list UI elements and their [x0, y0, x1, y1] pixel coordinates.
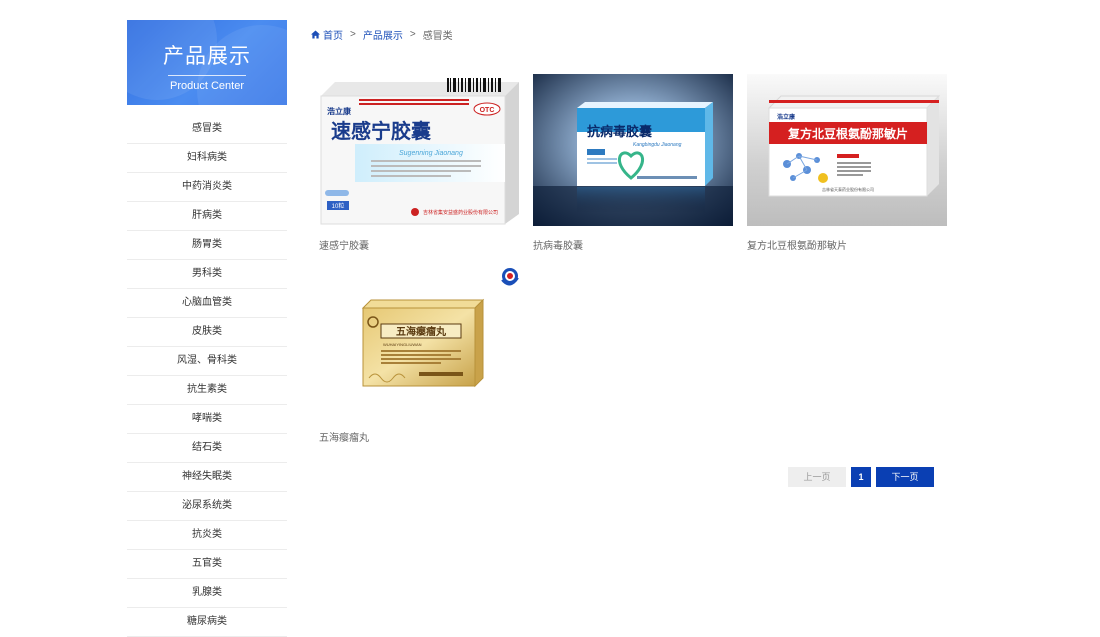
- breadcrumb-separator: >: [350, 29, 356, 40]
- category-item[interactable]: 糖尿病类: [127, 608, 287, 637]
- breadcrumb-home-link[interactable]: 首页: [323, 27, 343, 42]
- product-image[interactable]: 抗病毒胶囊 Kangbingdu Jiaonang: [533, 74, 733, 226]
- category-item[interactable]: 抗炎类: [127, 521, 287, 550]
- category-item[interactable]: 肝病类: [127, 202, 287, 231]
- page-number-button[interactable]: 1: [851, 467, 871, 487]
- category-item[interactable]: 泌尿系统类: [127, 492, 287, 521]
- category-item[interactable]: 肠胃类: [127, 231, 287, 260]
- next-page-button[interactable]: 下一页: [876, 467, 934, 487]
- otc-badge: OTC: [480, 107, 495, 114]
- product-name[interactable]: 五海瘿瘤丸: [319, 429, 519, 444]
- box-pinyin: WUHAIYINGLIUWAN: [383, 342, 422, 347]
- box-maker: 吉林省天泰药业股份有限公司: [822, 186, 874, 192]
- product-card[interactable]: 五海瘿瘤丸 WUHAIYINGLIUWAN 五海瘿瘤丸: [319, 266, 519, 444]
- category-item[interactable]: 结石类: [127, 434, 287, 463]
- breadcrumb: 首页 > 产品展示 > 感冒类: [311, 27, 453, 42]
- category-item[interactable]: 心脑血管类: [127, 289, 287, 318]
- box-title: 速感宁胶囊: [331, 119, 431, 143]
- category-item[interactable]: 男科类: [127, 260, 287, 289]
- product-name[interactable]: 速感宁胶囊: [319, 237, 519, 252]
- box-maker: 吉林省集安益盛药业股份有限公司: [423, 209, 498, 216]
- breadcrumb-section-link[interactable]: 产品展示: [363, 27, 403, 42]
- product-image[interactable]: 五海瘿瘤丸 WUHAIYINGLIUWAN: [319, 266, 519, 418]
- breadcrumb-separator: >: [409, 29, 416, 40]
- product-center-banner: 产品展示 Product Center: [127, 20, 287, 105]
- category-item[interactable]: 乳腺类: [127, 579, 287, 608]
- product-image[interactable]: 浩立康 OTC 速感宁胶囊 Sugenning Jiaonang 10粒 吉林省…: [319, 74, 519, 226]
- product-name[interactable]: 复方北豆根氨酚那敏片: [747, 237, 947, 252]
- category-item[interactable]: 五官类: [127, 550, 287, 579]
- category-item[interactable]: 神经失眠类: [127, 463, 287, 492]
- box-title: 抗病毒胶囊: [587, 124, 653, 139]
- prev-page-button[interactable]: 上一页: [788, 467, 846, 487]
- category-item[interactable]: 妇科病类: [127, 144, 287, 173]
- category-list: 感冒类 妇科病类 中药消炎类 肝病类 肠胃类 男科类 心脑血管类 皮肤类 风湿、…: [127, 115, 287, 637]
- banner-divider: [168, 75, 246, 76]
- product-card[interactable]: 抗病毒胶囊 Kangbingdu Jiaonang 抗病毒胶囊: [533, 74, 733, 252]
- banner-subtitle: Product Center: [170, 80, 244, 92]
- category-item[interactable]: 哮喘类: [127, 405, 287, 434]
- box-brand: 浩立康: [327, 106, 352, 116]
- category-item[interactable]: 抗生素类: [127, 376, 287, 405]
- sidebar: 产品展示 Product Center 感冒类 妇科病类 中药消炎类 肝病类 肠…: [127, 20, 287, 637]
- product-image[interactable]: 浩立康 复方北豆根氨酚那敏片 吉林省天泰药业股份有限公司: [747, 74, 947, 226]
- category-item[interactable]: 风湿、骨科类: [127, 347, 287, 376]
- home-icon: [311, 30, 320, 39]
- category-item[interactable]: 感冒类: [127, 115, 287, 144]
- banner-title: 产品展示: [163, 45, 251, 68]
- product-card[interactable]: 浩立康 复方北豆根氨酚那敏片 吉林省天泰药业股份有限公司 复方北豆根氨酚那敏片: [747, 74, 947, 252]
- category-item[interactable]: 皮肤类: [127, 318, 287, 347]
- box-count: 10粒: [332, 202, 345, 210]
- product-card[interactable]: 浩立康 OTC 速感宁胶囊 Sugenning Jiaonang 10粒 吉林省…: [319, 74, 519, 252]
- breadcrumb-current: 感冒类: [422, 31, 453, 42]
- product-name[interactable]: 抗病毒胶囊: [533, 237, 733, 252]
- category-item[interactable]: 中药消炎类: [127, 173, 287, 202]
- box-pinyin: Kangbingdu Jiaonang: [633, 142, 682, 148]
- box-brand: 浩立康: [777, 113, 796, 121]
- box-title: 复方北豆根氨酚那敏片: [787, 126, 908, 141]
- box-pinyin: Sugenning Jiaonang: [399, 150, 463, 157]
- box-title: 五海瘿瘤丸: [396, 325, 447, 338]
